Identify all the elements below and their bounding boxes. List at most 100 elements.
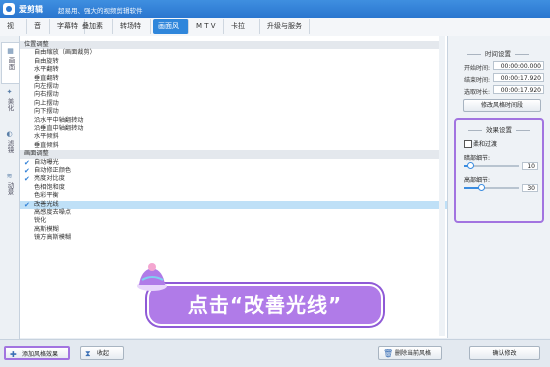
list-item[interactable]: 向下摆动 [20,108,447,116]
bright-detail-thumb[interactable] [477,184,485,191]
time-settings-title: 时间设置 [448,48,548,58]
menu-tab-6[interactable]: M T V [191,19,224,34]
side-tab-label: 画面 [7,57,15,70]
effect-settings-box: 效果设置 柔和过渡 暗部细节: 10 高部细节: 30 [454,118,544,223]
list-item[interactable]: 向上摆动 [20,100,447,108]
duration-label: 选取时长: [464,89,491,96]
effect-settings-title: 效果设置 [456,124,542,134]
start-time-field[interactable]: 00:00:00.000 [493,61,544,70]
list-item-label: 沿垂直中轴翻转动 [34,125,84,132]
delete-style-label: 删除当前风格 [395,350,432,357]
menu-tab-4[interactable]: 转场特效 [115,19,151,45]
list-item[interactable]: ✔ 自动曝光 [20,158,447,167]
list-item-label: 自动修正颜色 [34,167,72,174]
list-item-label: 改善光线 [34,200,59,208]
dark-detail-label: 暗部细节: [464,155,491,162]
checkmark-icon: ✔ [24,167,30,175]
list-item[interactable]: 镜方高斯模糊 [20,234,447,242]
side-tab-0[interactable]: ▦ 画面 [1,42,19,84]
list-item[interactable]: 垂直倾斜 [20,141,447,150]
app-name: 爱剪辑 [19,5,43,14]
soft-transition-label: 柔和过渡 [473,141,498,148]
end-time-label: 结束时间: [464,77,491,84]
list-item-label: 自由旋转 [34,57,59,65]
callout-bubble: 点击“改善光线” [147,284,383,326]
filter-icon: ◐ [6,130,13,138]
list-item[interactable]: ✔ 亮度对比度 [20,175,447,184]
menu-tab-8[interactable]: 升级与服务 [262,19,310,34]
end-time-field[interactable]: 00:00:17.920 [493,73,544,82]
list-item[interactable]: 自由旋转 [20,57,447,66]
modify-time-button[interactable]: 修改风格时间段 [463,99,541,112]
list-scrollbar[interactable] [439,36,445,336]
side-tab-label: 滤镜 [6,140,14,153]
side-tab-3[interactable]: ≋ 动景 [1,168,18,208]
app-slogan: 超易用、强大的视频剪辑软件 [58,7,143,15]
side-tab-label: 美化 [6,98,14,111]
wave-icon: ≋ [6,172,13,180]
list-item[interactable]: 沿垂直中轴翻转动 [20,125,447,133]
soft-transition-checkbox[interactable] [464,140,472,148]
checkmark-icon: ✔ [24,175,30,184]
side-tab-1[interactable]: ✦ 美化 [1,84,18,124]
dark-detail-thumb[interactable] [466,162,474,169]
bright-detail-value[interactable]: 30 [522,184,538,192]
list-item-label: 亮度对比度 [34,175,65,183]
list-item-label: 镜方高斯模糊 [34,234,72,242]
list-item[interactable]: 沿水平中轴翻转动 [20,117,447,125]
list-item-label: 高斯模糊 [34,225,59,233]
side-tab-2[interactable]: ◐ 滤镜 [1,126,18,166]
list-item-label: 向下摆动 [34,108,59,116]
menu-tab-0[interactable]: 视 频 [2,19,27,45]
list-item[interactable]: 自由缩放（画面裁剪） [20,49,447,57]
list-item-label: 自动曝光 [34,158,59,166]
list-item[interactable]: 水平倾斜 [20,133,447,141]
bright-detail-slider[interactable] [464,184,519,191]
bright-detail-label: 高部细节: [464,177,491,184]
list-item-label: 垂直翻转 [34,74,59,82]
menu-tab-3[interactable]: 叠加素材 [77,19,113,45]
collapse-button[interactable]: ⧗ 收起 [80,346,124,360]
start-time-label: 开始时间: [464,65,491,72]
checkmark-icon: ✔ [24,158,30,167]
dark-detail-slider[interactable] [464,162,519,169]
trash-icon: 🗑 [383,349,394,358]
list-item-label: 向右摆动 [34,91,59,99]
list-item[interactable]: 向左摆动 [20,83,447,91]
list-item[interactable]: ✔ 自动修正颜色 [20,167,447,175]
list-item-label: 水平翻转 [34,66,59,74]
add-effect-icon: ✚ [10,350,17,359]
app-logo-icon [3,3,15,15]
list-item-label: 向左摆动 [34,83,59,90]
add-style-label: 添加风格效果 [22,351,59,358]
list-item[interactable]: 色彩平衡 [20,192,447,200]
delete-style-button[interactable]: 🗑 删除当前风格 [378,346,442,360]
menu-tab-7[interactable]: 卡拉OK [226,19,260,45]
list-item[interactable]: 垂直翻转 [20,74,447,83]
hourglass-icon: ⧗ [85,349,91,358]
list-item[interactable]: 高斯模糊 [20,225,447,234]
dark-detail-value[interactable]: 10 [522,162,538,170]
list-item-label: 垂直倾斜 [34,141,59,149]
main-menu: 视 频音 频字幕特效叠加素材转场特效画面风格M T V卡拉OK升级与服务 [0,18,550,45]
side-tab-label: 动景 [6,182,14,195]
settings-panel: 时间设置 开始时间: 00:00:00.000 结束时间: 00:00:17.9… [448,36,550,338]
list-item-label: 色彩平衡 [34,192,59,200]
bottom-toolbar: ✚ 添加风格效果 ⧗ 收起 🗑 删除当前风格 确认修改 [0,339,550,367]
list-item[interactable]: ✔ 改善光线 [20,200,447,209]
list-item-label: 水平倾斜 [34,133,59,141]
add-style-button[interactable]: ✚ 添加风格效果 [4,346,70,360]
list-item[interactable]: 水平翻转 [20,66,447,74]
menu-tab-1[interactable]: 音 频 [29,19,50,45]
list-item[interactable]: 向右摆动 [20,91,447,99]
confirm-button[interactable]: 确认修改 [469,346,540,360]
list-item[interactable]: 锐化 [20,217,447,225]
list-item[interactable]: 色相饱和度 [20,184,447,192]
checkmark-icon: ✔ [24,200,30,209]
menu-tab-5[interactable]: 画面风格 [153,19,189,45]
list-item-label: 高感度去噪点 [34,209,72,216]
mascot-hat-icon [137,263,167,291]
list-item[interactable]: 高感度去噪点 [20,209,447,217]
list-group-header[interactable]: 画面调整 [20,150,442,159]
list-item-label: 锐化 [34,217,47,225]
